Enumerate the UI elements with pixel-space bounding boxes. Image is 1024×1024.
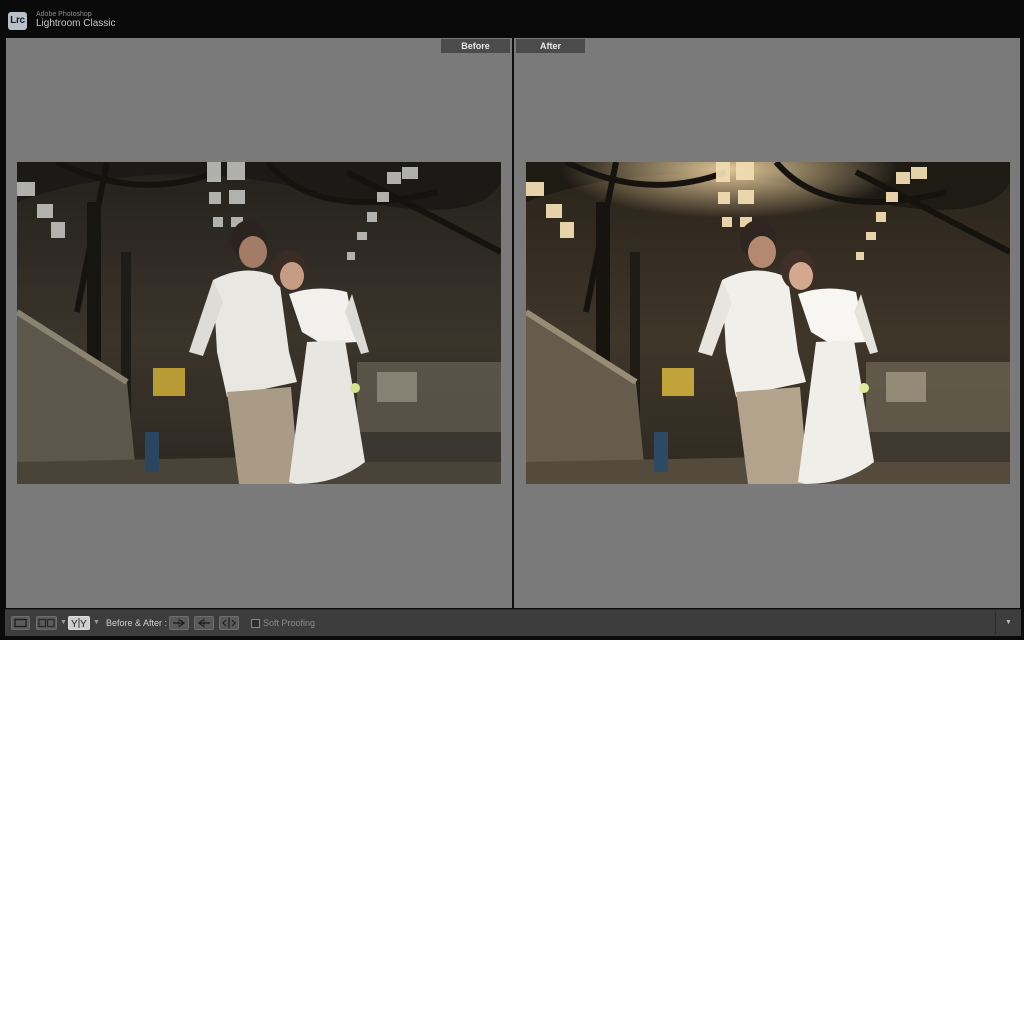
soft-proofing-checkbox[interactable] <box>251 619 260 628</box>
soft-proofing-label: Soft Proofing <box>263 618 316 628</box>
before-after-caret-icon[interactable]: ▼ <box>93 619 100 626</box>
lightroom-window: Lrc Adobe Photoshop Lightroom Classic Be… <box>0 0 1024 640</box>
svg-text:Y: Y <box>80 619 87 629</box>
copy-before-to-after-button[interactable] <box>169 616 189 630</box>
before-after-viewer: Before After <box>5 38 1021 608</box>
before-pane: Before <box>6 38 512 608</box>
toolbar-divider <box>995 612 996 634</box>
toolbar: ▼ Y Y ▼ Before & After : Soft Proofing ▼ <box>5 609 1021 636</box>
after-photo-image <box>526 162 1010 484</box>
before-after-view-button[interactable]: Y Y <box>68 616 90 630</box>
compare-view-button[interactable] <box>36 616 57 630</box>
lrc-logo-icon: Lrc <box>8 12 27 30</box>
after-label: After <box>516 39 585 53</box>
before-photo[interactable] <box>17 162 501 484</box>
after-pane: After <box>514 38 1020 608</box>
swap-icon <box>222 617 236 629</box>
svg-text:Y: Y <box>71 619 78 629</box>
single-rect-icon <box>14 618 27 628</box>
title-bar: Lrc Adobe Photoshop Lightroom Classic <box>0 0 1024 37</box>
swap-before-after-button[interactable] <box>219 616 239 630</box>
compare-view-caret-icon[interactable]: ▼ <box>60 619 67 626</box>
yy-split-icon: Y Y <box>71 618 87 629</box>
loupe-view-button[interactable] <box>11 616 30 630</box>
triangle-down-icon[interactable]: ▼ <box>1005 619 1012 626</box>
before-label: Before <box>441 39 510 53</box>
two-rects-icon <box>38 618 55 628</box>
before-after-label: Before & After : <box>106 618 168 628</box>
copy-after-to-before-button[interactable] <box>194 616 214 630</box>
brand-title: Lightroom Classic <box>36 18 116 29</box>
brand-subtitle: Adobe Photoshop <box>36 11 92 18</box>
after-photo[interactable] <box>526 162 1010 484</box>
arrow-left-icon <box>197 618 210 628</box>
before-photo-image <box>17 162 501 484</box>
arrow-right-icon <box>173 618 186 628</box>
